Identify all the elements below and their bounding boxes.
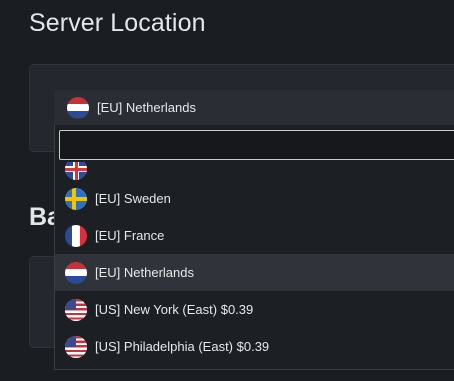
france-flag-icon (65, 224, 87, 247)
option-label: [EU] Sweden (95, 191, 171, 206)
option-label: [US] Philadelphia (East) $0.39 (95, 339, 270, 354)
selected-value: [EU] Netherlands (97, 100, 196, 115)
netherlands-flag-icon (67, 96, 89, 119)
option-eu-sweden[interactable]: [EU] Sweden (55, 180, 454, 217)
server-settings-page: Server Location Ba [EU] Netherlands [EU]… (0, 0, 454, 381)
usa-flag-icon (65, 298, 87, 321)
server-location-select[interactable]: [EU] Netherlands (54, 90, 454, 125)
option-label: [US] New York (East) $0.39 (95, 302, 254, 317)
sweden-flag-icon (65, 187, 87, 210)
netherlands-flag-icon (65, 261, 87, 284)
option-label: [EU] France (95, 228, 165, 243)
option-eu-netherlands[interactable]: [EU] Netherlands (55, 254, 454, 291)
dropdown-options-list: [EU] Sweden [EU] France [EU] Netherlands… (55, 162, 454, 365)
option-us-new-york[interactable]: [US] New York (East) $0.39 (55, 291, 454, 328)
location-dropdown: [EU] Sweden [EU] France [EU] Netherlands… (54, 125, 454, 370)
option-us-philadelphia[interactable]: [US] Philadelphia (East) $0.39 (55, 328, 454, 365)
dropdown-search-input[interactable] (59, 130, 454, 160)
usa-flag-icon (65, 335, 87, 358)
option-label: [EU] Netherlands (95, 265, 194, 280)
option-eu-france[interactable]: [EU] France (55, 217, 454, 254)
server-location-title: Server Location (29, 9, 206, 37)
option-partial-top[interactable] (55, 162, 454, 180)
united-kingdom-flag-icon (65, 162, 87, 180)
